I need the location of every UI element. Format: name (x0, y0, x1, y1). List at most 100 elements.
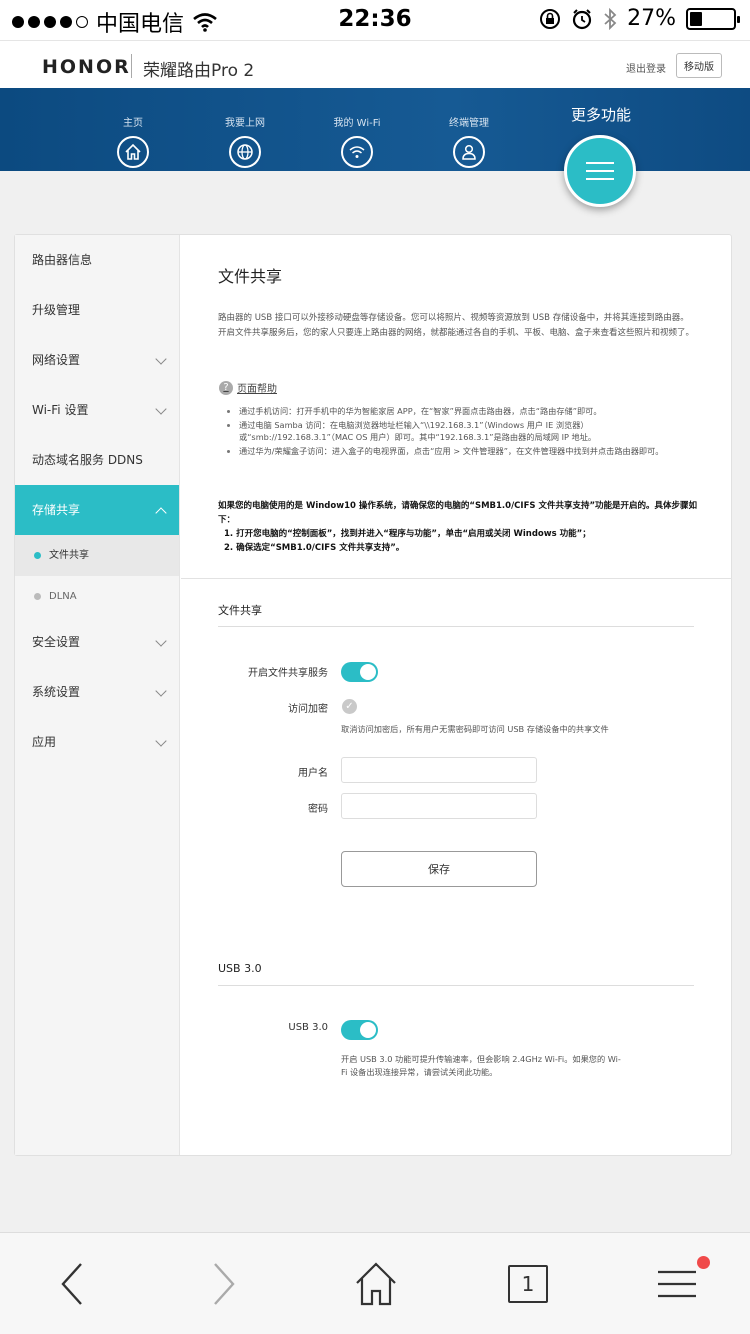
more-features-menu-icon[interactable] (564, 135, 636, 207)
access-encrypt-label: 访问加密 (288, 704, 328, 715)
sidebar-subitem-dlna[interactable]: DLNA (15, 576, 179, 617)
main-panel: 文件共享 路由器的 USB 接口可以外接移动硬盘等存储设备。您可以将照片、视频等… (181, 235, 732, 1155)
password-input[interactable] (341, 793, 537, 819)
status-icons: 27% (539, 6, 740, 31)
more-features-label: 更多功能 (570, 106, 631, 124)
sidebar-item-label: 路由器信息 (32, 253, 93, 267)
back-button[interactable] (52, 1259, 92, 1309)
mobile-version-button[interactable]: 移动版 (676, 53, 722, 78)
home-button[interactable] (352, 1259, 400, 1309)
chevron-down-icon (155, 735, 167, 747)
chevron-left-icon (61, 1263, 82, 1305)
tabs-button[interactable]: 1 (506, 1259, 550, 1309)
sidebar-item-upgrade[interactable]: 升级管理 (15, 285, 179, 335)
nav-home[interactable]: 主页 (93, 114, 173, 168)
access-encrypt-checkbox[interactable]: ✓ (342, 699, 357, 714)
logo-divider (131, 54, 132, 78)
bluetooth-icon (604, 7, 617, 30)
brand-logo: HONOR (42, 56, 131, 78)
battery-percent: 27% (627, 6, 676, 31)
help-icon: ? (219, 380, 233, 395)
usb-section-title: USB 3.0 (218, 962, 262, 975)
nav-devices[interactable]: 终端管理 (429, 114, 509, 168)
orientation-lock-icon (540, 8, 561, 29)
sidebar-item-system[interactable]: 系统设置 (15, 667, 179, 717)
sidebar-item-wifi[interactable]: Wi-Fi 设置 (15, 385, 179, 435)
windows10-note: 如果您的电脑使用的是 Window10 操作系统，请确保您的电脑的“SMB1.0… (218, 499, 698, 555)
home-icon (356, 1262, 396, 1306)
file-share-toggle[interactable] (341, 662, 378, 682)
sidebar-item-label: Wi-Fi 设置 (32, 403, 89, 417)
sidebar-item-apps[interactable]: 应用 (15, 717, 179, 767)
usb3-hint: 开启 USB 3.0 功能可提升传输速率，但会影响 2.4GHz Wi-Fi。如… (341, 1054, 621, 1077)
section-underline (218, 626, 694, 627)
nav-internet[interactable]: 我要上网 (205, 114, 285, 168)
logout-link[interactable]: 退出登录 (626, 60, 666, 75)
browser-menu-button[interactable] (656, 1256, 710, 1309)
sidebar-item-label: 动态域名服务 DDNS (32, 453, 143, 467)
sidebar-item-label: 存储共享 (32, 503, 81, 517)
alarm-icon (572, 8, 592, 29)
page-title: 文件共享 (218, 267, 283, 286)
nav-home-label: 主页 (123, 118, 143, 129)
settings-sidebar: 路由器信息 升级管理 网络设置 Wi-Fi 设置 动态域名服务 DDNS 存储共… (15, 235, 180, 1155)
main-nav: 主页 我要上网 我的 Wi-Fi 终端管理 (0, 88, 750, 171)
browser-toolbar: 1 (0, 1232, 750, 1334)
content-card: 路由器信息 升级管理 网络设置 Wi-Fi 设置 动态域名服务 DDNS 存储共… (14, 234, 732, 1156)
router-header: HONOR 荣耀路由Pro 2 退出登录 移动版 (0, 40, 750, 88)
tab-count: 1 (521, 1272, 535, 1296)
sidebar-item-storage[interactable]: 存储共享 (15, 485, 179, 535)
save-button[interactable]: 保存 (341, 851, 537, 887)
usb3-toggle[interactable] (341, 1020, 378, 1040)
chevron-down-icon (155, 685, 167, 697)
nav-wifi[interactable]: 我的 Wi-Fi (317, 114, 397, 168)
page-help-label: 页面帮助 (237, 384, 277, 395)
sidebar-item-ddns[interactable]: 动态域名服务 DDNS (15, 435, 179, 485)
home-icon (117, 136, 149, 168)
note-text: 如果您的电脑使用的是 Window10 操作系统，请确保您的电脑的“SMB1.0… (218, 501, 698, 525)
sidebar-item-label: 安全设置 (32, 635, 81, 649)
sidebar-item-security[interactable]: 安全设置 (15, 617, 179, 667)
wifi-icon (341, 136, 373, 168)
help-list: 通过手机访问：打开手机中的华为智能家居 APP，在“智家”界面点击路由器，点击“… (227, 405, 697, 458)
sidebar-item-label: 升级管理 (32, 303, 81, 317)
menu-icon (658, 1270, 696, 1298)
user-icon (453, 136, 485, 168)
sidebar-item-label: 网络设置 (32, 353, 81, 367)
access-encrypt-hint: 取消访问加密后，所有用户无需密码即可访问 USB 存储设备中的共享文件 (341, 724, 609, 734)
note-step: 1. 打开您电脑的“控制面板”，找到并进入“程序与功能”，单击“启用或关闭 Wi… (224, 529, 591, 539)
chevron-right-icon (214, 1263, 235, 1305)
sidebar-subitem-label: DLNA (49, 591, 77, 602)
section-underline (218, 985, 694, 986)
chevron-down-icon (155, 635, 167, 647)
sidebar-item-label: 应用 (32, 735, 57, 749)
page-help-link[interactable]: ? 页面帮助 (219, 380, 277, 395)
battery-icon (686, 7, 740, 30)
notification-dot (697, 1256, 710, 1269)
forward-button[interactable] (204, 1259, 244, 1309)
sidebar-subitem-file-share[interactable]: 文件共享 (15, 535, 179, 576)
username-label: 用户名 (298, 768, 328, 779)
product-name: 荣耀路由Pro 2 (143, 61, 255, 81)
sidebar-item-router-info[interactable]: 路由器信息 (15, 235, 179, 285)
section-divider (181, 578, 732, 579)
chevron-down-icon (155, 403, 167, 415)
username-input[interactable] (341, 757, 537, 783)
tab-count-box: 1 (508, 1265, 548, 1303)
sidebar-item-network[interactable]: 网络设置 (15, 335, 179, 385)
intro-text: 路由器的 USB 接口可以外接移动硬盘等存储设备。您可以将照片、视频等资源放到 … (218, 313, 695, 338)
nav-internet-label: 我要上网 (225, 118, 265, 129)
globe-icon (229, 136, 261, 168)
note-step: 2. 确保选定“SMB1.0/CIFS 文件共享支持”。 (224, 543, 405, 553)
list-item: 通过华为/荣耀盒子访问：进入盒子的电视界面，点击“应用 > 文件管理器”，在文件… (227, 445, 697, 458)
usb3-label: USB 3.0 (288, 1022, 328, 1033)
bullet-icon (34, 593, 41, 600)
nav-wifi-label: 我的 Wi-Fi (333, 118, 381, 129)
file-share-section-title: 文件共享 (218, 604, 262, 617)
file-share-enable-label: 开启文件共享服务 (248, 668, 328, 679)
password-label: 密码 (308, 804, 328, 815)
sidebar-subitem-label: 文件共享 (49, 550, 89, 561)
list-item: 通过手机访问：打开手机中的华为智能家居 APP，在“智家”界面点击路由器，点击“… (227, 405, 697, 418)
bullet-icon (34, 552, 41, 559)
chevron-up-icon (155, 507, 167, 519)
